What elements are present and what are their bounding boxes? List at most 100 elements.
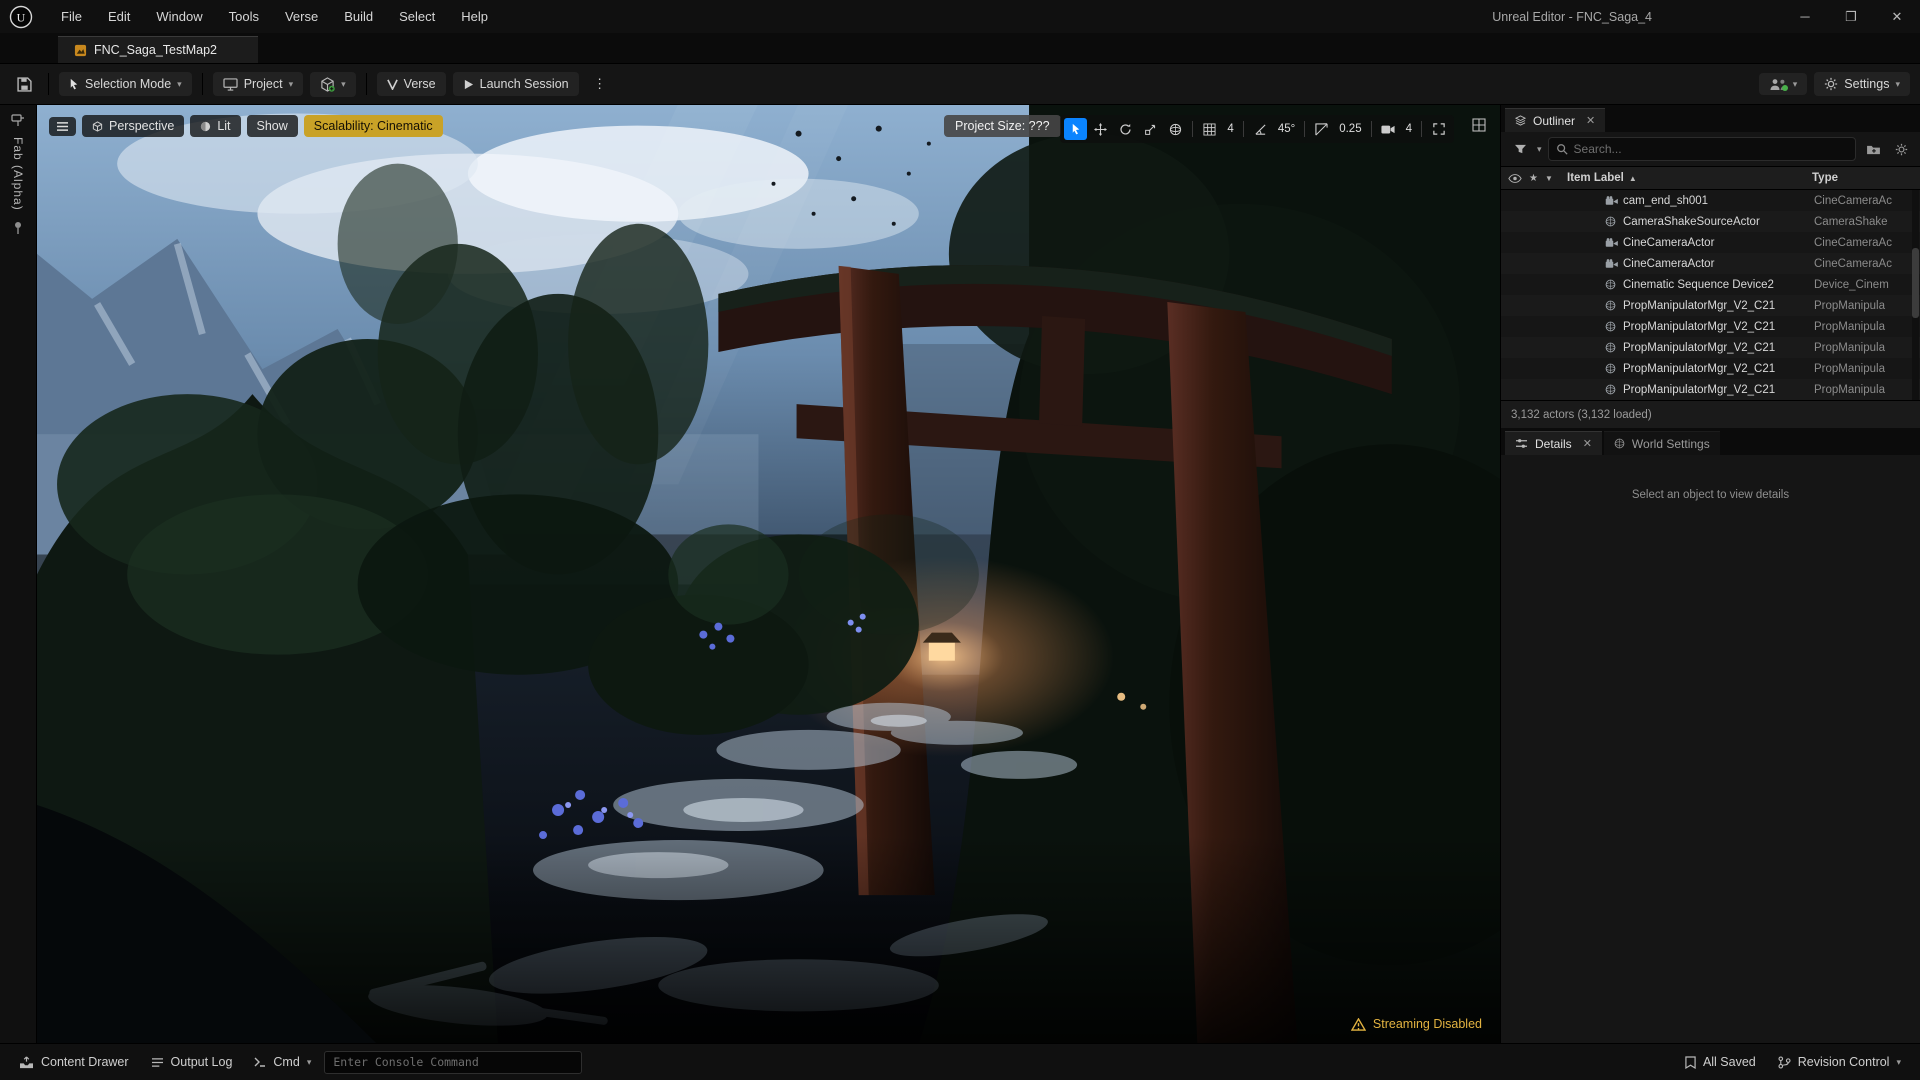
cmd-dropdown[interactable]: Cmd ▾: [245, 1049, 320, 1075]
outliner-row[interactable]: PropManipulatorMgr_V2_C21 PropManipula: [1501, 316, 1920, 337]
scale-tool-icon[interactable]: [1139, 118, 1162, 140]
streaming-warning-label: Streaming Disabled: [1372, 1017, 1482, 1031]
outliner-tabrow: Outliner ✕: [1501, 105, 1920, 132]
collaborate-dropdown[interactable]: ▾: [1758, 73, 1808, 95]
menu-help[interactable]: Help: [448, 0, 501, 33]
chevron-down-icon: ▾: [177, 78, 182, 89]
scalability-badge[interactable]: Scalability: Cinematic: [303, 115, 443, 137]
saved-badge-icon: [1685, 1055, 1696, 1069]
console-command-input[interactable]: [324, 1050, 583, 1074]
outliner-row[interactable]: PropManipulatorMgr_V2_C21 PropManipula: [1501, 358, 1920, 379]
type-column[interactable]: Type: [1812, 172, 1920, 184]
outliner-row[interactable]: PropManipulatorMgr_V2_C21 PropManipula: [1501, 295, 1920, 316]
menu-select[interactable]: Select: [386, 0, 448, 33]
outliner-search-input[interactable]: [1573, 142, 1848, 156]
all-saved-button[interactable]: All Saved: [1676, 1049, 1765, 1075]
outliner-row[interactable]: CineCameraActor CineCameraAc: [1501, 253, 1920, 274]
maximize-viewport-icon[interactable]: [1427, 118, 1450, 140]
grid-snap-value[interactable]: 4: [1223, 123, 1237, 135]
menu-file[interactable]: File: [48, 0, 95, 33]
add-content-dropdown[interactable]: ▾: [310, 71, 356, 97]
row-type: PropManipula: [1814, 299, 1885, 312]
outliner-settings-icon[interactable]: [1890, 138, 1912, 160]
perspective-dropdown[interactable]: Perspective: [82, 115, 185, 137]
rotation-snap-value[interactable]: 45°: [1274, 123, 1299, 135]
menu-edit[interactable]: Edit: [95, 0, 143, 33]
item-label-column[interactable]: Item Label: [1567, 172, 1624, 184]
cmd-label: Cmd: [273, 1055, 300, 1069]
show-dropdown[interactable]: Show: [246, 115, 298, 137]
camera-speed-icon[interactable]: [1377, 118, 1400, 140]
unreal-logo-icon[interactable]: U: [8, 4, 34, 30]
lit-dropdown[interactable]: Lit: [190, 115, 241, 137]
row-label: PropManipulatorMgr_V2_C21: [1623, 362, 1776, 375]
streaming-warning: Streaming Disabled: [1350, 1017, 1482, 1031]
scrollbar-thumb[interactable]: [1912, 248, 1919, 318]
world-space-icon[interactable]: [1164, 118, 1187, 140]
visibility-column-icon[interactable]: [1508, 173, 1522, 183]
place-actors-icon[interactable]: [11, 113, 25, 127]
fab-panel-tab[interactable]: Fab (Alpha): [11, 137, 25, 211]
outliner-row[interactable]: PropManipulatorMgr_V2_C21 PropManipula: [1501, 379, 1920, 400]
close-button[interactable]: ✕: [1874, 0, 1920, 33]
menu-window[interactable]: Window: [143, 0, 215, 33]
new-folder-icon[interactable]: [1862, 138, 1884, 160]
outliner-search[interactable]: [1547, 137, 1856, 161]
pin-column-icon[interactable]: ▼: [1545, 174, 1553, 183]
revision-control-button[interactable]: Revision Control ▾: [1769, 1049, 1910, 1075]
tab-details[interactable]: Details ✕: [1505, 431, 1602, 455]
close-icon[interactable]: ✕: [1586, 114, 1595, 127]
selection-mode-dropdown[interactable]: Selection Mode ▾: [59, 72, 192, 96]
menu-tools[interactable]: Tools: [216, 0, 272, 33]
menu-build[interactable]: Build: [331, 0, 386, 33]
rotate-tool-icon[interactable]: [1114, 118, 1137, 140]
menu-verse[interactable]: Verse: [272, 0, 331, 33]
filter-icon[interactable]: [1509, 138, 1531, 160]
outliner-scrollbar[interactable]: [1912, 190, 1919, 400]
outliner-row[interactable]: Cinematic Sequence Device2 Device_Cinem: [1501, 274, 1920, 295]
favorite-column-icon[interactable]: ★: [1529, 173, 1538, 184]
details-empty-message: Select an object to view details: [1631, 489, 1790, 501]
sort-ascending-icon: ▲: [1628, 173, 1637, 183]
level-viewport[interactable]: Perspective Lit Show Scalability: Cinema…: [37, 105, 1500, 1043]
sphere-icon: [1605, 300, 1623, 311]
row-type: CineCameraAc: [1814, 236, 1892, 249]
tab-outliner[interactable]: Outliner ✕: [1505, 108, 1606, 132]
output-log-button[interactable]: Output Log: [142, 1049, 242, 1075]
globe-icon: [1614, 438, 1625, 449]
outliner-row[interactable]: PropManipulatorMgr_V2_C21 PropManipula: [1501, 337, 1920, 358]
more-options-icon[interactable]: ⋮: [586, 70, 614, 98]
rotation-snap-icon[interactable]: [1249, 118, 1272, 140]
minimize-button[interactable]: ─: [1782, 0, 1828, 33]
pin-icon[interactable]: [13, 221, 23, 235]
camera-speed-value[interactable]: 4: [1402, 123, 1416, 135]
select-tool-icon[interactable]: [1064, 118, 1088, 140]
scale-snap-icon[interactable]: [1310, 118, 1333, 140]
save-icon[interactable]: [10, 70, 38, 98]
verse-button[interactable]: Verse: [376, 72, 446, 96]
perspective-label: Perspective: [109, 119, 175, 133]
outliner-row[interactable]: CameraShakeSourceActor CameraShake: [1501, 211, 1920, 232]
scale-snap-value[interactable]: 0.25: [1335, 123, 1365, 135]
right-panel: Outliner ✕ ▾ Search... ★ ▼ Item Label ▲ …: [1500, 105, 1920, 1043]
launch-session-button[interactable]: Launch Session: [452, 72, 579, 96]
move-tool-icon[interactable]: [1089, 118, 1112, 140]
content-drawer-button[interactable]: Content Drawer: [10, 1049, 138, 1075]
tab-world-settings[interactable]: World Settings: [1603, 431, 1720, 455]
content-drawer-label: Content Drawer: [41, 1055, 129, 1069]
row-label: PropManipulatorMgr_V2_C21: [1623, 299, 1776, 312]
maximize-button[interactable]: ❐: [1828, 0, 1874, 33]
outliner-row[interactable]: CineCameraActor CineCameraAc: [1501, 232, 1920, 253]
outliner-row[interactable]: cam_end_sh001 CineCameraAc: [1501, 190, 1920, 211]
map-tab[interactable]: FNC_Saga_TestMap2: [58, 36, 258, 63]
project-size-badge[interactable]: Project Size: ???: [944, 115, 1061, 137]
row-label: CineCameraActor: [1623, 236, 1715, 249]
viewport-layout-icon[interactable]: [1472, 118, 1486, 132]
chevron-down-icon: ▾: [1895, 78, 1900, 89]
row-type: Device_Cinem: [1814, 278, 1889, 291]
close-icon[interactable]: ✕: [1583, 437, 1592, 450]
project-dropdown[interactable]: Project ▾: [212, 72, 304, 96]
viewport-options-icon[interactable]: [49, 116, 76, 136]
settings-dropdown[interactable]: Settings ▾: [1814, 72, 1910, 96]
grid-snap-icon[interactable]: [1198, 118, 1221, 140]
